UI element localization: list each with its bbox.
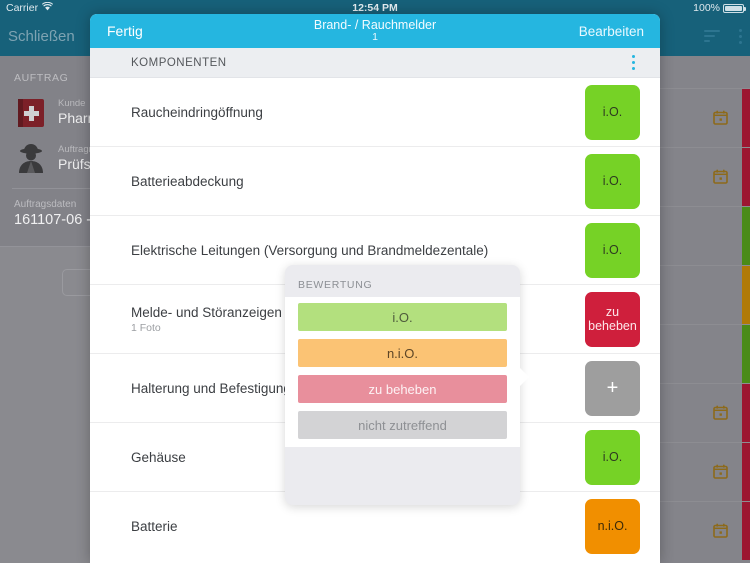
status-color-strip — [742, 207, 750, 265]
rating-badge[interactable]: i.O. — [585, 84, 640, 140]
status-color-strip — [742, 148, 750, 206]
calendar-icon — [713, 464, 728, 479]
status-color-strip — [742, 502, 750, 560]
battery-percent-label: 100% — [693, 2, 720, 14]
sheet-title-block: Brand- / Rauchmelder 1 — [90, 18, 660, 44]
status-color-strip — [742, 443, 750, 501]
component-text: Elektrische Leitungen (Versorgung und Br… — [131, 243, 585, 258]
battery-full-icon — [723, 3, 746, 13]
popover-header: BEWERTUNG — [285, 265, 520, 297]
kebab-menu-icon[interactable] — [632, 55, 635, 70]
rating-badge[interactable]: n.i.O. — [585, 499, 640, 554]
first-aid-book-icon — [14, 96, 48, 130]
sort-descending-icon[interactable] — [704, 30, 720, 42]
popover-option[interactable]: i.O. — [298, 303, 507, 331]
screen: Carrier 12:54 PM 100% Schließen AUFTRAG — [0, 0, 750, 563]
kebab-menu-icon[interactable] — [738, 28, 742, 44]
popover-option[interactable]: nicht zutreffend — [298, 411, 507, 439]
bewertung-popover: BEWERTUNG i.O. n.i.O. zu beheben nicht zutr… — [285, 265, 520, 505]
sheet-nav-bar: Fertig Brand- / Rauchmelder 1 Bearbeiten — [90, 14, 660, 48]
calendar-icon — [713, 169, 728, 184]
status-color-strip — [742, 325, 750, 383]
edit-button[interactable]: Bearbeiten — [579, 24, 644, 39]
add-rating-button[interactable]: + — [585, 360, 640, 416]
close-button[interactable]: Schließen — [8, 28, 75, 45]
popover-arrow-icon — [518, 366, 529, 388]
popover-option[interactable]: zu beheben — [298, 375, 507, 403]
calendar-icon — [713, 523, 728, 538]
component-row[interactable]: Raucheindringöffnung i.O. — [90, 78, 660, 147]
rating-badge[interactable]: i.O. — [585, 153, 640, 209]
section-header-label: KOMPONENTEN — [131, 56, 227, 69]
rating-badge[interactable]: i.O. — [585, 222, 640, 278]
component-name: Elektrische Leitungen (Versorgung und Br… — [131, 242, 489, 258]
component-text: Batterieabdeckung — [131, 174, 585, 189]
component-text: Batterie — [131, 519, 585, 534]
section-header-komponenten: KOMPONENTEN — [90, 48, 660, 78]
component-name: Raucheindringöffnung — [131, 104, 263, 120]
popover-options: i.O. n.i.O. zu beheben nicht zutreffend — [285, 297, 520, 447]
status-color-strip — [742, 89, 750, 147]
rating-badge[interactable]: i.O. — [585, 429, 640, 485]
popover-header-label: BEWERTUNG — [298, 279, 373, 291]
calendar-icon — [713, 405, 728, 420]
background-nav-actions — [704, 16, 742, 56]
page-subtitle: 1 — [372, 31, 378, 44]
component-row[interactable]: Batterieabdeckung i.O. — [90, 147, 660, 216]
status-bar-right: 100% — [693, 2, 746, 14]
status-color-strip — [742, 384, 750, 442]
component-text: Raucheindringöffnung — [131, 105, 585, 120]
component-name: Batterie — [131, 519, 178, 534]
popover-option[interactable]: n.i.O. — [298, 339, 507, 367]
status-color-strip — [742, 266, 750, 324]
calendar-icon — [713, 110, 728, 125]
inspector-person-icon — [14, 142, 48, 176]
rating-badge[interactable]: zu beheben — [585, 291, 640, 347]
status-bar-time: 12:54 PM — [352, 2, 398, 14]
component-name: Batterieabdeckung — [131, 173, 244, 189]
